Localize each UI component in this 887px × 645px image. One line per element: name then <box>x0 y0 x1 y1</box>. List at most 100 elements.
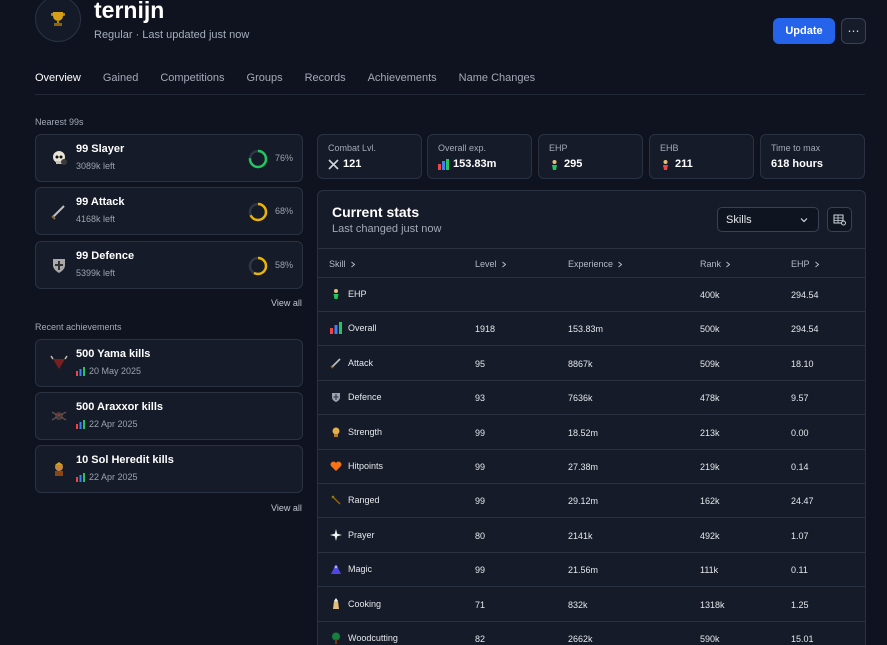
cell-experience: 27.38m <box>568 462 599 472</box>
nearest-99-card[interactable]: 99 Attack 4168k left 68% <box>35 187 303 235</box>
achievement-card[interactable]: 500 Araxxor kills 22 Apr 2025 <box>35 392 303 440</box>
skill-name: Cooking <box>348 598 382 609</box>
column-label: Experience <box>568 259 614 269</box>
chevron-right-icon <box>350 261 355 267</box>
table-row: Woodcutting 82 2662k 590k 15.01 <box>318 622 865 645</box>
skill-name: Woodcutting <box>348 633 398 643</box>
cell-level: 95 <box>475 358 486 369</box>
tab-name-changes[interactable]: Name Changes <box>459 72 535 95</box>
stat-combat-level: Combat Lvl. 121 <box>317 134 422 179</box>
nearest-99-card[interactable]: 99 Slayer 3089k left 76% <box>35 134 303 182</box>
table-row: Magic 99 21.56m 111k 0.11 <box>318 553 865 588</box>
attack-sword-icon <box>48 200 70 222</box>
cell-ehp: 0.14 <box>791 462 809 472</box>
cell-rank: 509k <box>700 358 720 369</box>
column-header-level[interactable]: Level <box>475 259 507 269</box>
stat-value-row: 211 <box>660 158 693 170</box>
cell-experience: 8867k <box>568 358 593 369</box>
stat-value: 211 <box>675 158 693 170</box>
card-subtitle: 5399k left <box>76 268 116 278</box>
skill-name: EHP <box>348 289 367 299</box>
overall-bars-icon <box>438 158 449 170</box>
stat-label: EHB <box>660 143 679 153</box>
combat-swords-icon <box>328 158 339 170</box>
tab-achievements[interactable]: Achievements <box>368 72 437 95</box>
cell-ehp: 0.00 <box>791 427 809 438</box>
cell-experience: 29.12m <box>568 496 599 507</box>
table-row: Ranged 99 29.12m 162k 24.47 <box>318 484 865 519</box>
stat-value: 121 <box>343 158 362 170</box>
column-header-skill[interactable]: Skill <box>329 259 356 269</box>
skill-name: Prayer <box>348 529 375 540</box>
column-header-ehp[interactable]: EHP <box>791 259 820 269</box>
achievement-card[interactable]: 500 Yama kills 20 May 2025 <box>35 339 303 387</box>
attack-icon <box>330 357 342 369</box>
tabs-divider <box>35 94 865 95</box>
column-header-rank[interactable]: Rank <box>700 259 731 269</box>
tab-overview[interactable]: Overview <box>35 72 81 95</box>
tab-records[interactable]: Records <box>305 72 346 95</box>
cell-experience: 2141k <box>568 530 593 541</box>
recent-achievements-title: Recent achievements <box>35 322 122 332</box>
card-title: 99 Slayer <box>76 143 125 155</box>
prayer-icon <box>330 528 342 541</box>
cell-level: 1918 <box>475 324 496 335</box>
column-header-experience[interactable]: Experience <box>568 259 623 269</box>
update-button[interactable]: Update <box>773 18 835 44</box>
chevron-right-icon <box>501 261 506 267</box>
stat-label: Overall exp. <box>438 143 487 153</box>
araxxor-icon <box>48 405 70 427</box>
achievements-view-all-link[interactable]: View all <box>271 503 302 513</box>
cell-skill: Hitpoints <box>330 460 383 472</box>
yama-icon <box>48 352 70 374</box>
skill-name: Hitpoints <box>348 461 384 471</box>
column-label: EHP <box>791 259 810 269</box>
tab-groups[interactable]: Groups <box>247 72 283 95</box>
stat-ehb: EHB 211 <box>649 134 754 179</box>
hitpoints-icon <box>330 460 342 472</box>
tab-gained[interactable]: Gained <box>103 72 138 95</box>
cell-level: 80 <box>475 530 486 541</box>
table-row: Attack 95 8867k 509k 18.10 <box>318 347 865 381</box>
table-settings-icon <box>833 214 846 226</box>
cooking-icon <box>330 597 342 610</box>
cell-level: 99 <box>475 462 486 472</box>
tab-competitions[interactable]: Competitions <box>160 72 224 95</box>
table-row: EHP 400k 294.54 <box>318 278 865 312</box>
chevron-right-icon <box>726 261 731 267</box>
achievement-date: 22 Apr 2025 <box>89 419 138 429</box>
nearest-99-card[interactable]: 99 Defence 5399k left 58% <box>35 241 303 289</box>
cell-skill: Defence <box>330 391 382 403</box>
achievement-date-row: 22 Apr 2025 <box>76 419 138 429</box>
table-row: Hitpoints 99 27.38m 219k 0.14 <box>318 450 865 484</box>
table-row: Prayer 80 2141k 492k 1.07 <box>318 519 865 553</box>
more-options-button[interactable]: ⋯ <box>841 18 866 44</box>
table-row: Cooking 71 832k 1318k 1.25 <box>318 588 865 622</box>
cell-level: 93 <box>475 393 486 404</box>
player-subtitle: Regular · Last updated just now <box>94 29 250 41</box>
panel-title: Current stats <box>332 204 420 220</box>
cell-experience: 21.56m <box>568 565 599 576</box>
cell-rank: 162k <box>700 496 720 507</box>
achievement-title: 500 Araxxor kills <box>76 401 164 413</box>
cell-ehp: 9.57 <box>791 393 809 404</box>
stat-value-row: 295 <box>549 158 582 170</box>
cell-experience: 7636k <box>568 393 593 404</box>
progress-ring <box>248 256 268 276</box>
nearest-view-all-link[interactable]: View all <box>271 298 302 308</box>
cell-rank: 213k <box>700 427 720 438</box>
cell-level: 82 <box>475 634 486 644</box>
player-name: ternijn <box>94 0 165 23</box>
table-header: Skill Level Experience Rank EHP <box>318 248 865 278</box>
ehb-icon <box>663 159 668 170</box>
strength-icon <box>330 426 342 438</box>
metric-type-select[interactable]: Skills <box>717 207 819 232</box>
cell-rank: 400k <box>700 290 720 300</box>
table-settings-button[interactable] <box>827 207 852 232</box>
cell-experience: 153.83m <box>568 324 604 335</box>
stat-value-row: 618 hours <box>771 158 823 170</box>
avatar <box>35 0 81 42</box>
cell-ehp: 1.07 <box>791 530 809 541</box>
achievement-title: 500 Yama kills <box>76 348 151 360</box>
achievement-card[interactable]: 10 Sol Heredit kills 22 Apr 2025 <box>35 445 303 493</box>
